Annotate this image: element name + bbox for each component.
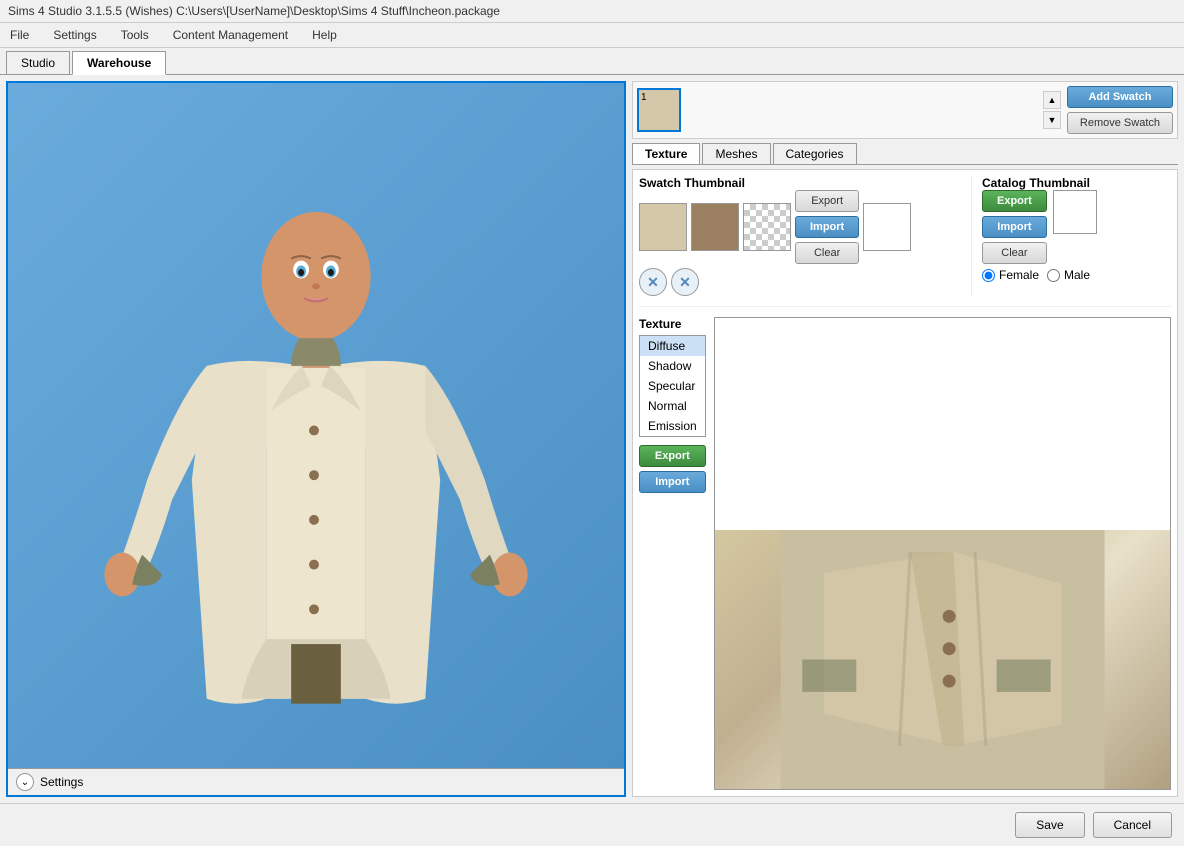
catalog-preview <box>1053 190 1097 234</box>
add-swatch-button[interactable]: Add Swatch <box>1067 86 1173 108</box>
swatch-export-button[interactable]: Export <box>795 190 859 212</box>
swatches-list: 1 <box>637 88 1037 132</box>
texture-content: Swatch Thumbnail Export Import Clear <box>632 169 1178 797</box>
right-panel: 1 ▲ ▼ Add Swatch Remove Swatch Texture M… <box>632 81 1178 797</box>
swatch-import-button[interactable]: Import <box>795 216 859 238</box>
remove-thumb1-button[interactable]: ✕ <box>639 268 667 296</box>
tab-studio[interactable]: Studio <box>6 51 70 74</box>
scroll-down-btn[interactable]: ▼ <box>1043 111 1061 129</box>
menu-settings[interactable]: Settings <box>47 25 102 45</box>
texture-preview <box>714 317 1171 790</box>
texture-list: Diffuse Shadow Specular Normal Emission <box>639 335 706 437</box>
swatch-thumb-area: Swatch Thumbnail Export Import Clear <box>639 176 965 296</box>
catalog-import-button[interactable]: Import <box>982 216 1047 238</box>
swatch-thumbnail-title: Swatch Thumbnail <box>639 176 965 190</box>
catalog-export-button[interactable]: Export <box>982 190 1047 212</box>
catalog-row-inner: Export Import Clear <box>982 190 1171 264</box>
catalog-actions: Export Import Clear <box>982 190 1047 264</box>
settings-bar: ⌄ Settings <box>8 768 624 795</box>
thumb-normal <box>743 203 791 251</box>
thumb-empty <box>863 203 911 251</box>
viewer-panel: ⌄ Settings <box>6 81 626 797</box>
inner-tabs: Texture Meshes Categories <box>632 143 1178 165</box>
scroll-up-btn[interactable]: ▲ <box>1043 91 1061 109</box>
inner-tab-texture[interactable]: Texture <box>632 143 700 164</box>
save-button[interactable]: Save <box>1015 812 1084 838</box>
texture-item-normal[interactable]: Normal <box>640 396 705 416</box>
tab-warehouse[interactable]: Warehouse <box>72 51 166 75</box>
radio-male[interactable]: Male <box>1047 268 1090 282</box>
texture-item-emission[interactable]: Emission <box>640 416 705 436</box>
texture-item-diffuse[interactable]: Diffuse <box>640 336 705 356</box>
bottom-bar: Save Cancel <box>0 803 1184 846</box>
main-content: ⌄ Settings 1 ▲ ▼ Add Swatch Remove Swatc… <box>0 75 1184 803</box>
inner-tab-categories[interactable]: Categories <box>773 143 857 164</box>
texture-left: Texture Diffuse Shadow Specular Normal E… <box>639 317 706 790</box>
settings-arrow-icon[interactable]: ⌄ <box>16 773 34 791</box>
radio-female-label: Female <box>999 268 1039 282</box>
menu-help[interactable]: Help <box>306 25 343 45</box>
swatch-label: 1 <box>641 92 647 103</box>
section-divider <box>639 306 1171 307</box>
texture-bottom: Texture Diffuse Shadow Specular Normal E… <box>639 317 1171 790</box>
thumb-actions: Export Import Clear <box>795 190 859 264</box>
inner-tab-meshes[interactable]: Meshes <box>702 143 770 164</box>
swatch-scroll: ▲ ▼ <box>1043 91 1061 129</box>
radio-male-input[interactable] <box>1047 269 1060 282</box>
cancel-button[interactable]: Cancel <box>1093 812 1172 838</box>
thumb-diffuse <box>639 203 687 251</box>
menu-content-management[interactable]: Content Management <box>167 25 294 45</box>
character-display <box>8 83 624 768</box>
menu-file[interactable]: File <box>4 25 35 45</box>
settings-label: Settings <box>40 775 83 789</box>
radio-group: Female Male <box>982 268 1171 282</box>
menu-tools[interactable]: Tools <box>115 25 155 45</box>
radio-male-label: Male <box>1064 268 1090 282</box>
texture-export-button[interactable]: Export <box>639 445 706 467</box>
swatch-buttons: Add Swatch Remove Swatch <box>1067 86 1173 134</box>
texture-export-btns: Export Import <box>639 445 706 493</box>
remove-swatch-button[interactable]: Remove Swatch <box>1067 112 1173 134</box>
texture-preview-image <box>715 530 1170 789</box>
catalog-thumbnail-title: Catalog Thumbnail <box>982 176 1171 190</box>
viewer-area[interactable] <box>8 83 624 768</box>
title-text: Sims 4 Studio 3.1.5.5 (Wishes) C:\Users\… <box>8 4 500 18</box>
menu-bar: File Settings Tools Content Management H… <box>0 23 1184 48</box>
radio-female[interactable]: Female <box>982 268 1039 282</box>
texture-title: Texture <box>639 317 706 331</box>
thumb-specular <box>691 203 739 251</box>
swatches-row: 1 ▲ ▼ Add Swatch Remove Swatch <box>632 81 1178 139</box>
catalog-and-swatch-row: Swatch Thumbnail Export Import Clear <box>639 176 1171 296</box>
swatch-item[interactable]: 1 <box>637 88 681 132</box>
remove-thumb2-button[interactable]: ✕ <box>671 268 699 296</box>
catalog-thumb-area: Catalog Thumbnail Export Import Clear Fe… <box>971 176 1171 296</box>
catalog-clear-button[interactable]: Clear <box>982 242 1047 264</box>
title-bar: Sims 4 Studio 3.1.5.5 (Wishes) C:\Users\… <box>0 0 1184 23</box>
main-tabs: Studio Warehouse <box>0 48 1184 75</box>
texture-import-button[interactable]: Import <box>639 471 706 493</box>
texture-item-specular[interactable]: Specular <box>640 376 705 396</box>
swatch-clear-button[interactable]: Clear <box>795 242 859 264</box>
radio-female-input[interactable] <box>982 269 995 282</box>
texture-item-shadow[interactable]: Shadow <box>640 356 705 376</box>
